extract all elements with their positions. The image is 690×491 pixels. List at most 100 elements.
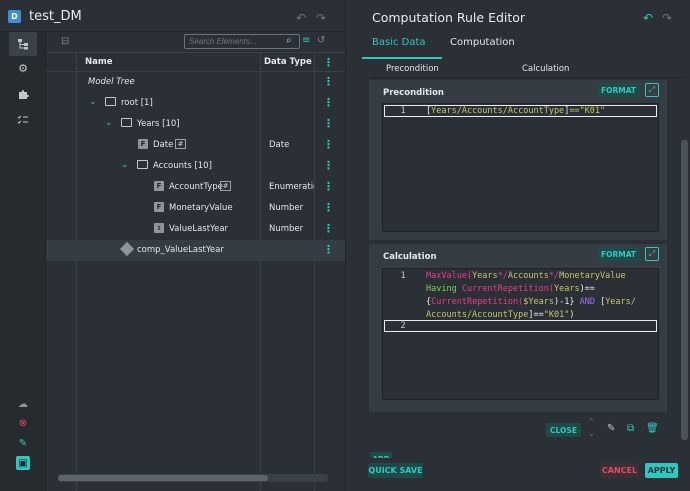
calculation-label: Calculation	[383, 252, 437, 262]
undo-icon[interactable]: ↶	[296, 11, 306, 25]
code-line: {CurrentRepetition($Years)-1} AND [Years…	[426, 297, 636, 307]
tree-row[interactable]: ⌄ root [1] ⋮	[46, 93, 345, 114]
save-icon[interactable]: ▣	[16, 456, 30, 470]
tree-row-selected[interactable]: comp_ValueLastYear ⋮	[46, 240, 345, 261]
code-token: */	[497, 271, 508, 281]
horizontal-scrollbar[interactable]	[58, 474, 328, 482]
field-badge-icon: F	[154, 181, 164, 191]
tree-row-label: ValueLastYear	[169, 224, 229, 234]
tab-basic-data[interactable]: Basic Data	[372, 37, 426, 48]
discard-icon[interactable]: ⊗	[16, 416, 30, 430]
expand-icon[interactable]: ⤢	[645, 247, 659, 261]
tree-row[interactable]: F Date # Date ⋮	[46, 135, 345, 156]
tab-computation[interactable]: Computation	[450, 37, 515, 48]
filter-icon[interactable]: ≡	[302, 35, 310, 46]
code-token: AND	[579, 297, 595, 307]
puzzle-icon[interactable]	[9, 82, 37, 106]
trash-icon[interactable]: 🗑	[646, 423, 659, 434]
scrollbar-thumb[interactable]	[58, 475, 268, 481]
move-up-icon[interactable]: ⌃	[588, 417, 595, 426]
tree-row[interactable]: ⇕ ValueLastYear Number ⋮	[46, 219, 345, 240]
tree-row[interactable]: F MonetaryValue Number ⋮	[46, 198, 345, 219]
add-button[interactable]: ADD	[370, 452, 392, 458]
code-token: "K01"	[579, 106, 606, 116]
left-header: D test_DM ↶ ↷	[0, 0, 345, 32]
search-input[interactable]	[184, 34, 300, 49]
redo-icon[interactable]: ↷	[316, 11, 326, 25]
kebab-icon[interactable]: ⋮	[323, 180, 334, 193]
search-icon[interactable]: ⌕	[286, 35, 292, 46]
tree-row-label: Date	[153, 140, 174, 150]
expand-icon[interactable]: ⤢	[645, 83, 659, 97]
edit-save-icon[interactable]: ✎	[16, 436, 30, 450]
tree-view-icon[interactable]	[9, 32, 37, 56]
code-token: "K01"	[543, 310, 570, 320]
quick-save-button[interactable]: QUICK SAVE	[368, 463, 423, 478]
collapse-all-icon[interactable]: ⊟	[61, 36, 69, 47]
model-tree-panel: ⊟ ⌕ ≡ ↺ Name Data Type ⋮ Model Tree ⋮ ⌄ …	[46, 32, 345, 491]
tree-row[interactable]: ⌄ Accounts [10] ⋮	[46, 156, 345, 177]
code-token: Years	[472, 271, 498, 281]
kebab-icon[interactable]: ⋮	[323, 138, 334, 151]
column-type-header[interactable]: Data Type	[264, 57, 312, 67]
tree-row-type: Number	[269, 203, 304, 213]
editor-title: Computation Rule Editor	[372, 10, 526, 25]
gear-icon[interactable]: ⚙	[9, 56, 37, 80]
edit-icon[interactable]: ✎	[607, 423, 615, 434]
kebab-icon[interactable]: ⋮	[323, 159, 334, 172]
precondition-label: Precondition	[383, 88, 444, 98]
vertical-scrollbar[interactable]	[681, 140, 688, 440]
format-button[interactable]: FORMAT	[597, 83, 640, 97]
tree-row-label: Model Tree	[88, 77, 135, 87]
copy-icon[interactable]: ⧉	[627, 423, 634, 434]
code-token: )==	[579, 284, 595, 294]
tree-row[interactable]: Model Tree ⋮	[46, 72, 345, 93]
key-tag-icon: #	[220, 181, 231, 191]
chevron-down-icon[interactable]: ⌄	[121, 160, 129, 170]
cancel-button[interactable]: CANCEL	[600, 463, 639, 478]
calculation-code-editor[interactable]: 1 MaxValue(Years*/Accounts*/MonetaryValu…	[382, 268, 659, 400]
code-line: MaxValue(Years*/Accounts*/MonetaryValue	[426, 271, 626, 281]
editor-tabs: Basic Data Computation	[362, 32, 690, 59]
subheader-calculation[interactable]: Calculation	[522, 64, 569, 74]
checklist-icon[interactable]	[9, 108, 37, 132]
section-subheader: Precondition Calculation	[370, 59, 684, 78]
close-button[interactable]: CLOSE	[546, 423, 581, 437]
kebab-icon[interactable]: ⋮	[323, 117, 334, 130]
chevron-down-icon[interactable]: ⌄	[89, 97, 97, 107]
field-badge-icon: F	[138, 139, 148, 149]
code-token: */	[548, 271, 560, 281]
move-down-icon[interactable]: ⌄	[588, 429, 595, 438]
undo-icon[interactable]: ↶	[643, 11, 653, 25]
redo-icon[interactable]: ↷	[662, 11, 672, 25]
folder-icon	[105, 97, 116, 106]
history-icon[interactable]: ↺	[317, 35, 325, 46]
code-token: CurrentRepetition(	[461, 284, 554, 294]
tree-row-type: Date	[269, 140, 290, 150]
code-token: Having	[426, 284, 457, 294]
code-token: ==	[569, 106, 580, 116]
kebab-icon[interactable]: ⋮	[323, 201, 334, 214]
tree-toolbar: ⊟ ⌕ ≡ ↺	[46, 32, 345, 52]
code-token: Years/Accounts/AccountType	[431, 106, 565, 116]
kebab-icon[interactable]: ⋮	[323, 243, 334, 256]
column-name-header[interactable]: Name	[85, 57, 112, 67]
header-kebab-icon[interactable]: ⋮	[323, 56, 334, 69]
tree-row[interactable]: ⌄ Years [10] ⋮	[46, 114, 345, 135]
tree-row-label: Years [10]	[137, 119, 180, 129]
kebab-icon[interactable]: ⋮	[323, 96, 334, 109]
kebab-icon[interactable]: ⋮	[323, 75, 334, 88]
apply-button[interactable]: APPLY	[645, 463, 678, 478]
tree-row[interactable]: F AccountType # Enumeration ⋮	[46, 177, 345, 198]
subheader-precondition[interactable]: Precondition	[386, 64, 439, 74]
code-token: Years/	[605, 297, 636, 307]
cloud-upload-icon[interactable]: ☁	[16, 397, 30, 411]
code-line: Having CurrentRepetition(Years)==	[426, 284, 595, 294]
precondition-code-editor[interactable]: 1 [Years/Accounts/AccountType]=="K01"	[382, 103, 659, 232]
tree-row-label: comp_ValueLastYear	[137, 245, 224, 255]
tree-row-type: Number	[269, 224, 304, 234]
format-button[interactable]: FORMAT	[597, 247, 640, 261]
chevron-down-icon[interactable]: ⌄	[105, 118, 113, 128]
kebab-icon[interactable]: ⋮	[323, 222, 334, 235]
field-badge-icon: F	[154, 202, 164, 212]
